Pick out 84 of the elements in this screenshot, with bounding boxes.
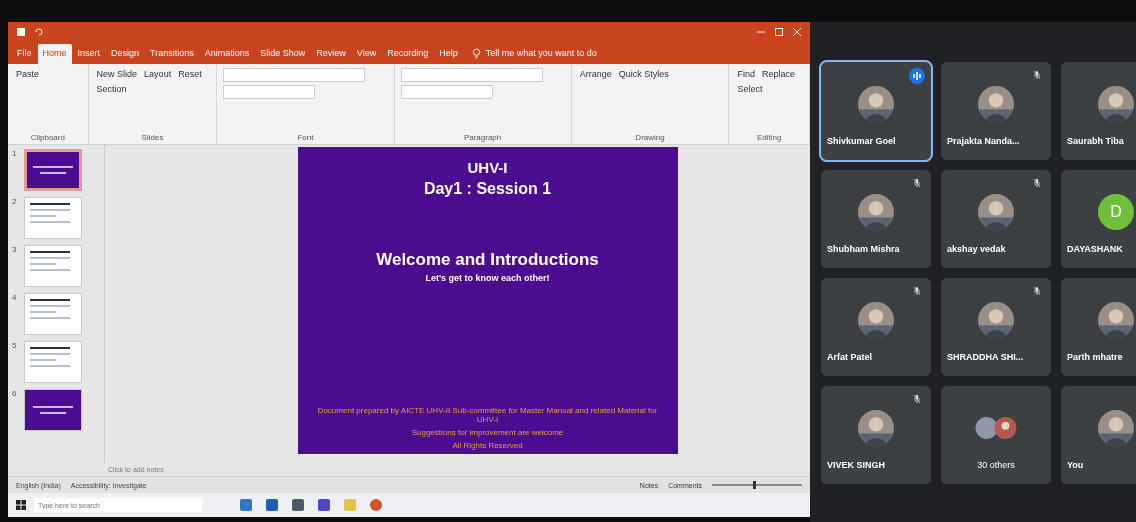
participant-tile[interactable]: Shivkumar Goel xyxy=(821,62,931,160)
ribbon-button[interactable]: Section xyxy=(94,83,129,95)
participant-name: SHRADDHA SHI... xyxy=(946,352,1025,364)
ribbon-tab[interactable]: Home xyxy=(37,44,72,64)
slide-heading: Welcome and Introductions xyxy=(376,250,599,270)
ribbon-button[interactable]: Reset xyxy=(176,68,204,80)
slide-footer-text: Document prepared by AICTE UHV-II Sub-committee for Master Manual and related Material for UHV-I xyxy=(316,406,659,424)
participant-name: VIVEK SINGH xyxy=(826,460,886,472)
slide-footer-text: All Rights Reserved xyxy=(452,441,523,450)
participant-tile[interactable]: Parth mhatre xyxy=(1061,278,1136,376)
participant-tile[interactable]: SHRADDHA SHI... xyxy=(941,278,1051,376)
avatar-initial: D xyxy=(1098,194,1134,230)
ribbon-tab[interactable]: Review xyxy=(311,44,351,64)
group-label: Clipboard xyxy=(29,133,66,142)
participant-tile[interactable]: 30 others xyxy=(941,386,1051,484)
app-icon[interactable] xyxy=(266,499,278,511)
slide-thumbnail[interactable] xyxy=(24,149,82,191)
group-label: Slides xyxy=(140,133,165,142)
app-icon[interactable] xyxy=(240,499,252,511)
participant-tile[interactable]: You xyxy=(1061,386,1136,484)
participant-name: akshay vedak xyxy=(946,244,1007,256)
participant-tile[interactable]: D DAYASHANK xyxy=(1061,170,1136,268)
ribbon-tab[interactable]: Design xyxy=(106,44,145,64)
windows-icon[interactable] xyxy=(16,500,26,510)
ribbon-button[interactable]: Arrange xyxy=(577,68,614,80)
ribbon-button[interactable]: Select xyxy=(735,83,765,95)
ribbon-button[interactable]: New Slide xyxy=(94,68,140,80)
ribbon-tab[interactable]: Insert xyxy=(72,44,106,64)
slide-number: 4 xyxy=(12,293,18,302)
ribbon-tab[interactable]: View xyxy=(351,44,382,64)
participant-name: DAYASHANK xyxy=(1066,244,1124,256)
participant-name: Parth mhatre xyxy=(1066,352,1124,364)
participant-name: Prajakta Nanda... xyxy=(946,136,1021,148)
participant-name: Arfat Patel xyxy=(826,352,873,364)
slide-thumbnail[interactable] xyxy=(24,293,82,335)
close-icon[interactable] xyxy=(792,27,802,37)
group-label: Drawing xyxy=(634,133,666,142)
slide-tagline: Let's get to know each other! xyxy=(425,273,550,283)
slide-subtitle: Day1 : Session 1 xyxy=(423,180,552,198)
slide-number: 3 xyxy=(12,245,18,254)
ribbon-tab[interactable]: Help xyxy=(434,44,463,64)
ribbon-button[interactable]: Paste xyxy=(14,68,41,80)
app-icon[interactable] xyxy=(318,499,330,511)
participant-tile[interactable]: Prajakta Nanda... xyxy=(941,62,1051,160)
slide-title: UHV-I xyxy=(467,159,508,176)
participant-name: Shivkumar Goel xyxy=(826,136,897,148)
participant-tile[interactable]: Shubham Mishra xyxy=(821,170,931,268)
ribbon-tab[interactable]: Recording xyxy=(382,44,434,64)
participant-name: 30 others xyxy=(976,460,1016,472)
undo-icon[interactable] xyxy=(34,27,44,37)
slide-footer-text: Suggestions for improvement are welcome xyxy=(411,428,564,437)
ribbon-tab[interactable]: Slide Show xyxy=(255,44,311,64)
participant-tile[interactable]: Saurabh Tiba xyxy=(1061,62,1136,160)
slide-number: 2 xyxy=(12,197,18,206)
tell-me-field[interactable]: Tell me what you want to do xyxy=(485,48,597,64)
lightbulb-icon xyxy=(471,48,481,59)
ribbon-tab[interactable]: Animations xyxy=(199,44,255,64)
group-label: Editing xyxy=(756,133,783,142)
zoom-slider-thumb[interactable] xyxy=(752,481,756,489)
participant-name: Saurabh Tiba xyxy=(1066,136,1125,148)
speaking-icon xyxy=(909,68,925,84)
maximize-icon[interactable] xyxy=(774,27,784,37)
slide-thumbnail[interactable] xyxy=(24,341,82,383)
participant-name: You xyxy=(1066,460,1085,472)
ribbon-button[interactable]: Layout xyxy=(142,68,174,80)
participant-tile[interactable]: VIVEK SINGH xyxy=(821,386,931,484)
ribbon-button[interactable]: Find xyxy=(735,68,757,80)
app-icon[interactable] xyxy=(292,499,304,511)
ribbon-button[interactable]: Replace xyxy=(759,68,797,80)
slide-number: 6 xyxy=(12,389,18,398)
ribbon-tab[interactable]: File xyxy=(12,44,37,64)
slide-number: 1 xyxy=(12,149,18,158)
ribbon-tab[interactable]: Transitions xyxy=(145,44,199,64)
slide-number: 5 xyxy=(12,341,18,350)
participant-tile[interactable]: Arfat Patel xyxy=(821,278,931,376)
slide-thumbnail[interactable] xyxy=(24,197,82,239)
participant-tile[interactable]: akshay vedak xyxy=(941,170,1051,268)
participant-name: Shubham Mishra xyxy=(826,244,901,256)
ribbon-button[interactable]: Quick Styles xyxy=(616,68,671,80)
slide-thumbnail[interactable] xyxy=(24,389,82,431)
group-label: Font xyxy=(296,133,315,142)
app-icon[interactable] xyxy=(370,499,382,511)
slide-thumbnail[interactable] xyxy=(24,245,82,287)
group-label: Paragraph xyxy=(462,133,503,142)
